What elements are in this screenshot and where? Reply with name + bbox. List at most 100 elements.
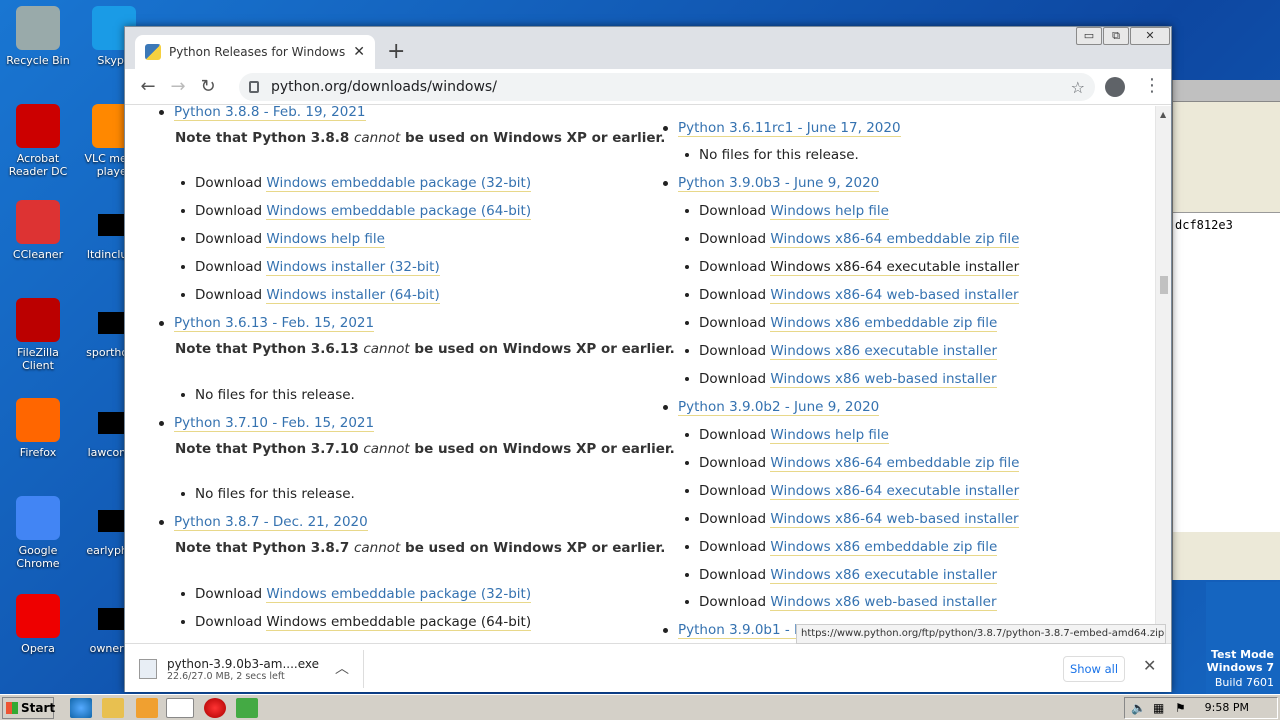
download-link[interactable]: Windows help file: [266, 231, 385, 248]
bullet-icon: [181, 265, 185, 269]
media-player-taskbar-icon[interactable]: [136, 698, 158, 718]
minimize-button[interactable]: ▭: [1076, 27, 1102, 45]
bullet-icon: [685, 209, 689, 213]
app-icon: [16, 200, 60, 244]
scrollbar-thumb[interactable]: [1160, 276, 1168, 294]
download-link[interactable]: Windows embeddable package (32-bit): [266, 175, 532, 192]
explorer-taskbar-icon[interactable]: [102, 698, 124, 718]
bookmark-star-icon[interactable]: ☆: [1071, 78, 1085, 97]
system-tray: 🔈 ▦ ⚑ 9:58 PM: [1124, 697, 1278, 719]
release-item: Python 3.9.0b2 - June 9, 2020: [663, 399, 880, 416]
download-link[interactable]: Windows x86 executable installer: [770, 343, 998, 360]
desktop-icon-opera[interactable]: Opera: [0, 594, 76, 655]
download-link[interactable]: Windows embeddable package (32-bit): [266, 586, 532, 603]
download-link[interactable]: Windows x86 executable installer: [770, 567, 998, 584]
close-window-button[interactable]: ✕: [1130, 27, 1170, 45]
app-taskbar-icon[interactable]: [236, 698, 258, 718]
ie-taskbar-icon[interactable]: [70, 698, 92, 718]
bullet-icon: [159, 320, 164, 326]
release-item: Python 3.6.11rc1 - June 17, 2020: [663, 120, 901, 137]
vertical-scrollbar[interactable]: ▲: [1155, 106, 1171, 643]
windows-flag-icon: [6, 702, 18, 714]
download-link[interactable]: Windows x86 embeddable zip file: [770, 315, 998, 332]
download-link[interactable]: Windows x86 web-based installer: [770, 594, 997, 611]
no-files-text: No files for this release.: [181, 486, 355, 502]
new-tab-button[interactable]: +: [387, 39, 405, 64]
download-entry: Download Windows x86-64 web-based instal…: [685, 287, 1019, 304]
reload-button[interactable]: ↻: [193, 76, 223, 97]
desktop-icon-firefox[interactable]: Firefox: [0, 398, 76, 459]
flag-icon[interactable]: ⚑: [1175, 701, 1186, 715]
desktop-icon-google-chrome[interactable]: Google Chrome: [0, 496, 76, 570]
desktop-icon-ccleaner[interactable]: CCleaner: [0, 200, 76, 261]
bullet-icon: [685, 265, 689, 269]
tab-close-icon[interactable]: ✕: [353, 44, 365, 60]
bullet-icon: [663, 180, 668, 186]
bullet-icon: [685, 573, 689, 577]
background-window-titlebar[interactable]: [1173, 80, 1280, 102]
tab-python-releases[interactable]: Python Releases for Windows | Pyth ✕: [135, 35, 375, 69]
desktop-icon-label: FileZilla Client: [17, 346, 59, 372]
download-link[interactable]: Windows installer (64-bit): [266, 287, 440, 304]
release-link[interactable]: Python 3.8.8 - Feb. 19, 2021: [174, 106, 366, 121]
release-link[interactable]: Python 3.8.7 - Dec. 21, 2020: [174, 514, 368, 531]
download-link[interactable]: Windows x86-64 embeddable zip file: [770, 455, 1020, 472]
profile-icon[interactable]: [1105, 77, 1125, 97]
download-link[interactable]: Windows help file: [770, 203, 889, 220]
network-icon[interactable]: ▦: [1153, 701, 1164, 715]
download-link[interactable]: Windows x86-64 executable installer: [770, 483, 1020, 500]
download-link[interactable]: Windows installer (32-bit): [266, 259, 440, 276]
download-link[interactable]: Windows x86 embeddable zip file: [770, 539, 998, 556]
download-link[interactable]: Windows x86-64 web-based installer: [770, 287, 1019, 304]
release-note: Note that Python 3.8.7 cannot be used on…: [175, 540, 666, 556]
desktop-icon-label: Acrobat Reader DC: [8, 152, 68, 178]
desktop-icon-recycle-bin[interactable]: Recycle Bin: [0, 6, 76, 67]
release-link[interactable]: Python 3.6.11rc1 - June 17, 2020: [678, 120, 901, 137]
app-icon: [16, 594, 60, 638]
clock[interactable]: 9:58 PM: [1205, 701, 1249, 714]
opera-taskbar-icon[interactable]: [204, 698, 226, 718]
close-shelf-icon[interactable]: ✕: [1143, 656, 1156, 675]
background-window[interactable]: dcf812e3: [1172, 80, 1280, 580]
chrome-taskbar-icon[interactable]: [166, 698, 194, 718]
desktop-icon-acrobat-reader-dc[interactable]: Acrobat Reader DC: [0, 104, 76, 178]
browser-toolbar: ← → ↻ python.org/downloads/windows/ ☆ ⋮: [125, 69, 1171, 105]
bullet-icon: [181, 620, 185, 624]
download-link[interactable]: Windows x86-64 executable installer: [770, 259, 1020, 276]
windows-watermark: Test Mode Windows 7 Build 7601: [1206, 582, 1280, 694]
release-link[interactable]: Python 3.6.13 - Feb. 15, 2021: [174, 315, 375, 332]
back-button[interactable]: ←: [133, 76, 163, 97]
forward-button[interactable]: →: [163, 76, 193, 97]
download-progress: 22.6/27.0 MB, 2 secs left: [167, 670, 285, 682]
download-filename: python-3.9.0b3-am....exe: [167, 656, 320, 671]
release-link[interactable]: Python 3.7.10 - Feb. 15, 2021: [174, 415, 375, 432]
lock-icon: [249, 81, 259, 93]
chevron-up-icon[interactable]: ︿: [335, 658, 349, 678]
download-shelf: python-3.9.0b3-am....exe 22.6/27.0 MB, 2…: [125, 643, 1171, 692]
download-link[interactable]: Windows x86 web-based installer: [770, 371, 997, 388]
bullet-icon: [159, 420, 164, 426]
kebab-menu-icon[interactable]: ⋮: [1143, 75, 1161, 96]
start-button[interactable]: Start: [2, 697, 55, 719]
bullet-icon: [181, 237, 185, 241]
address-bar[interactable]: python.org/downloads/windows/ ☆: [239, 73, 1095, 101]
restore-button[interactable]: ⧉: [1103, 27, 1129, 45]
release-link[interactable]: Python 3.9.0b3 - June 9, 2020: [678, 175, 880, 192]
app-icon: [16, 496, 60, 540]
release-link[interactable]: Python 3.9.0b1 - Ma: [678, 622, 814, 639]
volume-icon[interactable]: 🔈: [1131, 701, 1146, 715]
desktop-icon-filezilla-client[interactable]: FileZilla Client: [0, 298, 76, 372]
download-link[interactable]: Windows help file: [770, 427, 889, 444]
bullet-icon: [685, 461, 689, 465]
desktop-icon-label: Recycle Bin: [6, 54, 70, 67]
bullet-icon: [685, 237, 689, 241]
release-link[interactable]: Python 3.9.0b2 - June 9, 2020: [678, 399, 880, 416]
show-all-button[interactable]: Show all: [1063, 656, 1125, 682]
download-link[interactable]: Windows x86-64 embeddable zip file: [770, 231, 1020, 248]
download-link[interactable]: Windows embeddable package (64-bit): [266, 614, 532, 631]
download-link[interactable]: Windows embeddable package (64-bit): [266, 203, 532, 220]
scroll-up-icon[interactable]: ▲: [1160, 110, 1166, 119]
download-item[interactable]: python-3.9.0b3-am....exe 22.6/27.0 MB, 2…: [139, 650, 363, 688]
chrome-window: Python Releases for Windows | Pyth ✕ + ▭…: [124, 26, 1172, 692]
download-link[interactable]: Windows x86-64 web-based installer: [770, 511, 1019, 528]
